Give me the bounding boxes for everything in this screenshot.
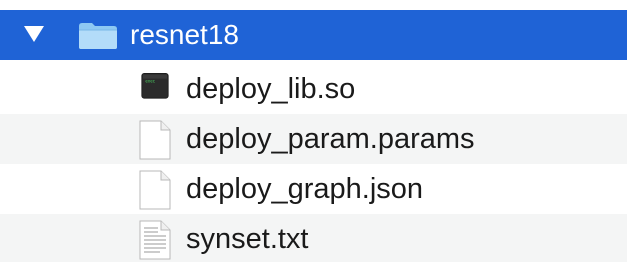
blank-document-icon [139,170,171,210]
file-name: deploy_param.params [186,123,475,155]
file-row-synset[interactable]: synset.txt [0,214,627,262]
folder-row-resnet18[interactable]: resnet18 [0,10,627,60]
file-name: deploy_lib.so [186,73,356,105]
terminal-executable-icon: exec [141,73,169,99]
file-tree: resnet18 exec deploy_lib.so deploy_param… [0,0,627,262]
file-name: deploy_graph.json [186,173,424,205]
file-row-deploy-param[interactable]: deploy_param.params [0,114,627,164]
folder-name: resnet18 [130,19,239,50]
blank-document-icon [139,120,171,160]
file-row-deploy-graph[interactable]: deploy_graph.json [0,164,627,214]
text-document-icon [139,220,171,260]
file-row-deploy-lib[interactable]: exec deploy_lib.so [0,64,627,114]
folder-icon [79,23,117,49]
file-name: synset.txt [186,223,309,255]
disclosure-triangle-expanded-icon[interactable] [24,26,44,42]
svg-text:exec: exec [145,79,155,84]
